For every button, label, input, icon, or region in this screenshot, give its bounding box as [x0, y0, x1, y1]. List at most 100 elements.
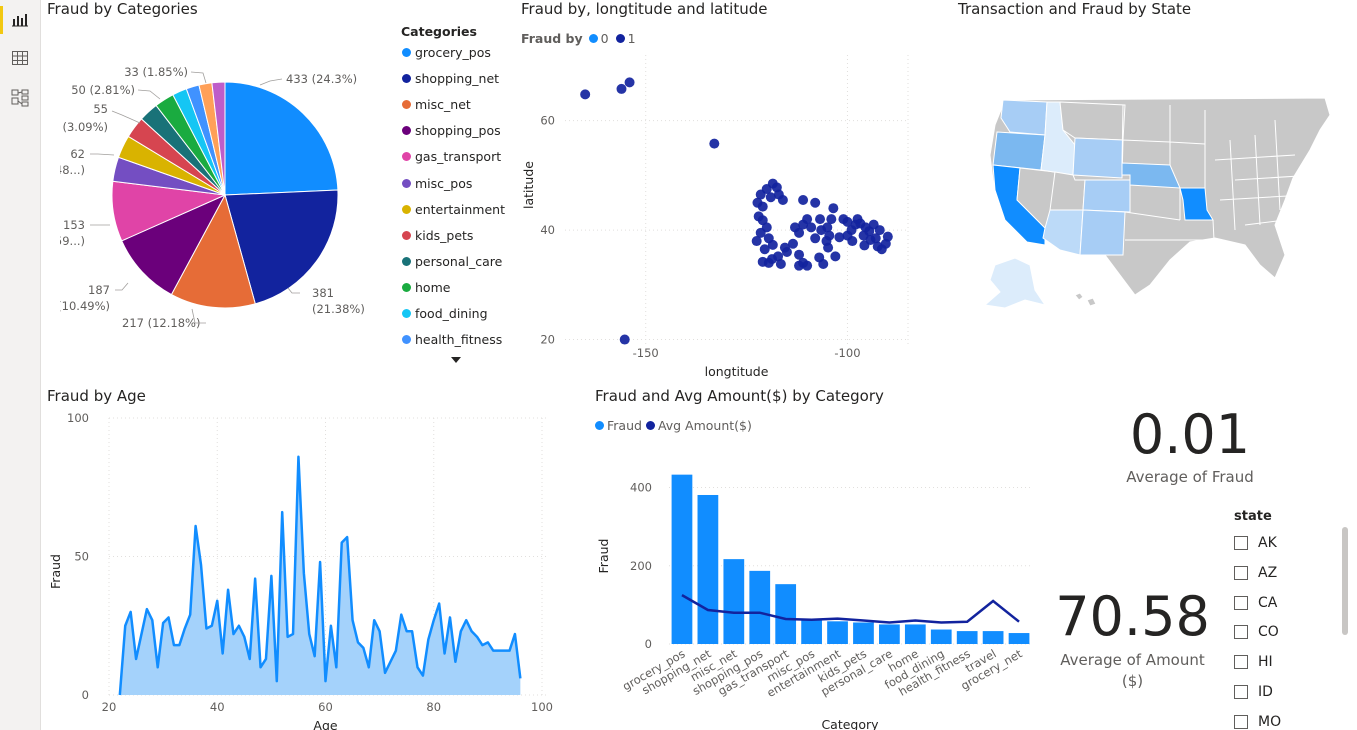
categories-chart-title: Fraud by Categories: [47, 0, 198, 18]
slicer-checkbox[interactable]: [1234, 536, 1248, 550]
scatter-point[interactable]: [757, 201, 768, 212]
combo-bar-travel[interactable]: [982, 631, 1004, 644]
age-xtick: 40: [210, 700, 225, 714]
scatter-point[interactable]: [790, 222, 801, 233]
scatter-point[interactable]: [823, 242, 834, 253]
scatter-point[interactable]: [757, 256, 768, 267]
pie-legend-item[interactable]: misc_net: [402, 97, 471, 112]
pie-leader-line: [111, 110, 141, 124]
combo-legend-fraud: Fraud: [607, 418, 642, 433]
map-state-wy: [1072, 137, 1124, 179]
slicer-checkbox[interactable]: [1234, 714, 1248, 729]
pie-legend-item[interactable]: shopping_net: [402, 71, 499, 86]
scatter-point[interactable]: [624, 77, 635, 88]
slicer-scrollbar[interactable]: [1342, 527, 1348, 635]
slicer-item-mo[interactable]: MO: [1234, 714, 1281, 730]
scatter-point[interactable]: [759, 244, 770, 255]
pie-legend-item[interactable]: personal_care: [402, 254, 502, 269]
combo-bar-shopping_pos[interactable]: [749, 570, 771, 644]
pie-chart[interactable]: 433 (24.3%) 381 (21.38%) 217 (12.18%) 187 (10…: [60, 55, 400, 345]
legend-dot: [402, 282, 411, 292]
pie-slice-grocery_pos[interactable]: [224, 81, 339, 196]
scatter-xtick: -150: [633, 346, 659, 360]
combo-bar-grocery_net[interactable]: [1008, 633, 1030, 644]
pie-data-label: 381: [312, 286, 334, 300]
age-area-chart[interactable]: 100 50 0 20 40 60 80 100 Age Fraud: [44, 405, 564, 730]
combo-bar-home[interactable]: [904, 624, 926, 644]
slicer-item-id[interactable]: ID: [1234, 684, 1273, 700]
age-xtick: 80: [426, 700, 441, 714]
legend-label: misc_pos: [415, 175, 473, 191]
scatter-point[interactable]: [802, 260, 813, 271]
data-view-icon[interactable]: [10, 48, 30, 68]
pie-legend-item[interactable]: entertainment: [402, 202, 505, 217]
legend-dot: [402, 204, 411, 214]
combo-bar-entertainment[interactable]: [827, 621, 848, 644]
scatter-point[interactable]: [846, 225, 857, 236]
slicer-item-az[interactable]: AZ: [1234, 565, 1277, 581]
scatter-point[interactable]: [810, 233, 821, 244]
legend-dot: [402, 152, 411, 162]
legend-scroll-down-icon[interactable]: [451, 357, 461, 363]
slicer-checkbox[interactable]: [1234, 595, 1248, 610]
pie-leader-line: [137, 89, 161, 100]
scatter-point[interactable]: [777, 195, 788, 205]
pie-data-label: 33 (1.85%): [124, 65, 188, 79]
combo-bar-grocery_pos[interactable]: [671, 474, 693, 644]
combo-bar-kids_pets[interactable]: [853, 622, 874, 644]
combo-bar-misc_net[interactable]: [723, 559, 745, 644]
scatter-point[interactable]: [874, 225, 885, 236]
combo-bar-misc_pos[interactable]: [801, 619, 822, 644]
slicer-item-ak[interactable]: AK: [1234, 535, 1277, 551]
combo-bar-food_dining[interactable]: [930, 629, 952, 644]
combo-bar-personal_care[interactable]: [879, 624, 900, 644]
scatter-point[interactable]: [580, 89, 591, 100]
combo-bar-health_fitness[interactable]: [956, 631, 978, 644]
us-filled-map[interactable]: [975, 60, 1340, 315]
geo-legend-title: Fraud by: [521, 31, 583, 46]
slicer-item-co[interactable]: CO: [1234, 624, 1279, 640]
scatter-point[interactable]: [880, 238, 891, 249]
scatter-ylabel: latitude: [521, 161, 536, 209]
combo-bar-shopping_net[interactable]: [697, 494, 719, 644]
scatter-point[interactable]: [818, 259, 829, 270]
pie-legend-item[interactable]: home: [402, 280, 450, 295]
pie-legend-item[interactable]: food_dining: [402, 306, 488, 321]
pie-legend-item[interactable]: kids_pets: [402, 228, 473, 243]
slicer-checkbox[interactable]: [1234, 565, 1248, 580]
scatter-point[interactable]: [828, 203, 839, 214]
scatter-point[interactable]: [834, 232, 845, 243]
scatter-point[interactable]: [798, 195, 809, 205]
scatter-point[interactable]: [775, 259, 786, 270]
report-view-icon[interactable]: [0, 6, 30, 34]
scatter-point[interactable]: [826, 214, 837, 225]
model-view-icon[interactable]: [10, 88, 30, 108]
scatter-point[interactable]: [830, 251, 841, 262]
pie-legend-item[interactable]: misc_pos: [402, 176, 472, 191]
slicer-item-ca[interactable]: CA: [1234, 595, 1277, 611]
pie-data-label: 187: [88, 283, 110, 297]
scatter-point[interactable]: [810, 197, 821, 208]
pie-legend-item[interactable]: shopping_pos: [402, 123, 501, 138]
combo-bar-gas_transport[interactable]: [775, 584, 797, 644]
slicer-checkbox[interactable]: [1234, 685, 1248, 699]
scatter-point[interactable]: [815, 214, 826, 225]
combo-chart[interactable]: 4002000FraudCategorygrocery_posshopping_…: [592, 440, 1042, 730]
scatter-point[interactable]: [619, 334, 630, 345]
scatter-point[interactable]: [779, 242, 790, 253]
slicer-checkbox[interactable]: [1234, 655, 1248, 670]
age-ylabel: Fraud: [48, 554, 63, 589]
pie-legend-item[interactable]: gas_transport: [402, 149, 501, 164]
scatter-chart[interactable]: 60 40 20 -150 -100 longtitude latitude: [515, 55, 915, 385]
pie-legend-item[interactable]: health_fitness: [402, 332, 502, 347]
scatter-point[interactable]: [859, 240, 870, 251]
slicer-item-hi[interactable]: HI: [1234, 654, 1273, 670]
pie-legend-item[interactable]: grocery_pos: [402, 45, 491, 60]
slicer-checkbox[interactable]: [1234, 625, 1248, 640]
scatter-point[interactable]: [806, 222, 817, 233]
scatter-point[interactable]: [709, 138, 720, 149]
scatter-point[interactable]: [751, 236, 762, 247]
scatter-point[interactable]: [616, 83, 627, 94]
combo-xlabel: Category: [821, 717, 879, 730]
map-state-hi: [1074, 292, 1097, 307]
